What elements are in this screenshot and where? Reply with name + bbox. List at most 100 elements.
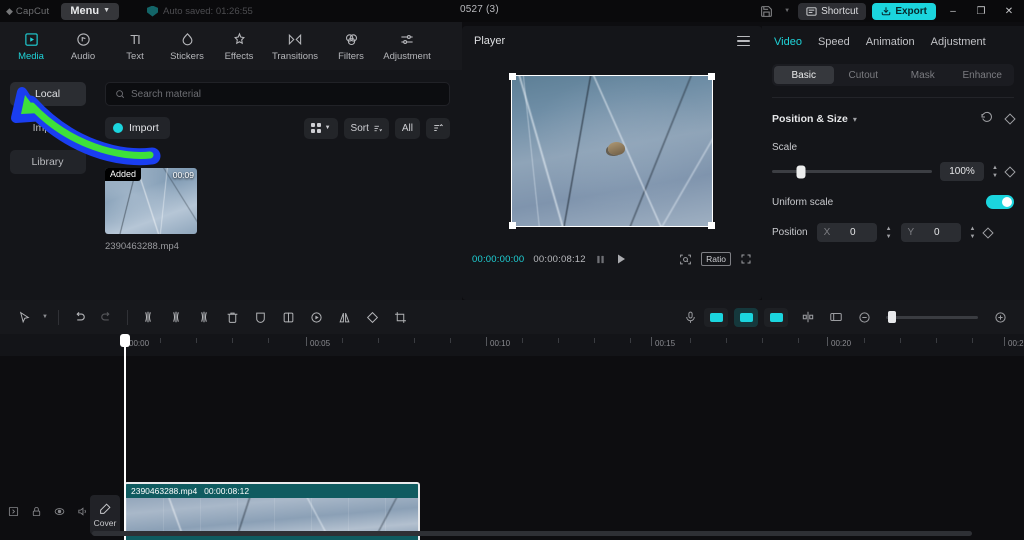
save-dropdown-icon[interactable]: ▼ <box>782 3 792 19</box>
position-x-field[interactable]: X 0 <box>816 223 877 242</box>
tab-audio[interactable]: Audio <box>58 23 108 69</box>
tab-media[interactable]: Media <box>6 23 56 69</box>
export-label: Export <box>895 5 927 17</box>
menu-button[interactable]: Menu ▼ <box>61 2 120 20</box>
rotate-icon[interactable] <box>358 300 386 334</box>
tab-stickers[interactable]: Stickers <box>162 23 212 69</box>
trim-right-icon[interactable] <box>190 300 218 334</box>
player-header: Player <box>462 26 762 56</box>
tab-speed[interactable]: Speed <box>818 36 850 48</box>
tab-transitions[interactable]: Transitions <box>266 23 324 69</box>
player-panel: Player 00:00:00:00 00:00:08:12 Ratio <box>462 26 762 300</box>
undo-icon[interactable] <box>65 300 93 334</box>
cover-button[interactable]: Cover <box>90 495 120 535</box>
media-item[interactable]: Added 00:09 2390463288.mp4 <box>105 168 450 252</box>
scale-stepper[interactable]: ▲ ▼ <box>992 165 998 179</box>
scale-keyframe-icon[interactable] <box>1004 165 1016 178</box>
grid-view-button[interactable]: ▼ <box>303 117 338 139</box>
search-input[interactable]: Search material <box>105 82 450 106</box>
mute-track-icon[interactable] <box>77 506 88 517</box>
export-button[interactable]: Export <box>872 2 936 20</box>
mirror-icon[interactable] <box>274 300 302 334</box>
sort-button[interactable]: Sort <box>343 117 389 139</box>
playhead-handle[interactable] <box>119 334 130 347</box>
tab-animation[interactable]: Animation <box>866 36 915 48</box>
timeline-zoom-knob[interactable] <box>888 311 896 323</box>
play-icon[interactable] <box>615 253 627 265</box>
tab-adjustment-props[interactable]: Adjustment <box>931 36 986 48</box>
keyframe-icon[interactable] <box>1004 113 1016 125</box>
filter-options-button[interactable] <box>426 117 450 139</box>
resize-handle-bottom-right[interactable] <box>708 222 715 229</box>
zoom-in-icon[interactable] <box>986 300 1014 334</box>
ratio-button[interactable]: Ratio <box>701 252 731 266</box>
delete-icon[interactable] <box>218 300 246 334</box>
subtab-enhance[interactable]: Enhance <box>953 66 1013 84</box>
select-tool-dropdown-icon[interactable]: ▼ <box>38 300 52 334</box>
scale-slider-knob[interactable] <box>796 165 806 178</box>
microphone-icon[interactable] <box>676 300 704 334</box>
mask-icon[interactable] <box>246 300 274 334</box>
split-icon[interactable] <box>134 300 162 334</box>
resize-handle-top-left[interactable] <box>509 73 516 80</box>
position-keyframe-icon[interactable] <box>982 226 995 239</box>
scale-value-field[interactable]: 100% <box>940 162 985 181</box>
position-x-stepper[interactable]: ▲ ▼ <box>886 226 892 240</box>
tab-text[interactable]: TI Text <box>110 23 160 69</box>
zoom-out-icon[interactable] <box>850 300 878 334</box>
select-tool-icon[interactable] <box>10 300 38 334</box>
position-y-stepper[interactable]: ▲ ▼ <box>970 226 976 240</box>
freeze-icon[interactable] <box>302 300 330 334</box>
tab-adjustment[interactable]: Adjustment <box>378 23 436 69</box>
redo-icon[interactable] <box>93 300 121 334</box>
subtab-mask[interactable]: Mask <box>893 66 953 84</box>
magnifier-icon[interactable] <box>679 253 692 266</box>
timeline-ruler[interactable]: 00:05 00:10 00:15 00:20 00:2 00:00 <box>0 334 1024 356</box>
visibility-track-icon[interactable] <box>54 506 65 517</box>
timeline-scrollbar[interactable] <box>92 531 972 536</box>
tab-filters[interactable]: Filters <box>326 23 376 69</box>
keyframe-add-button[interactable] <box>734 307 758 327</box>
subtab-cutout[interactable]: Cutout <box>834 66 894 84</box>
lock-track-icon[interactable] <box>31 506 42 517</box>
sidebar-item-local[interactable]: Local <box>9 82 86 106</box>
added-badge: Added <box>105 168 142 181</box>
split-playhead-icon[interactable] <box>794 300 822 334</box>
timeline-zoom-slider[interactable] <box>886 311 978 323</box>
tab-effects[interactable]: Effects <box>214 23 264 69</box>
maximize-button[interactable]: ❐ <box>970 0 992 22</box>
filter-all-button[interactable]: All <box>394 117 420 139</box>
crop-icon[interactable] <box>386 300 414 334</box>
expand-track-icon[interactable] <box>8 506 19 517</box>
save-icon[interactable] <box>756 3 776 19</box>
scale-slider[interactable] <box>772 165 933 178</box>
minimize-button[interactable]: – <box>942 0 964 22</box>
shortcut-button[interactable]: Shortcut <box>798 2 867 20</box>
subtab-basic[interactable]: Basic <box>774 66 834 84</box>
total-time-label: 00:00:08:12 <box>533 253 586 265</box>
scale-label: Scale <box>772 142 798 153</box>
resize-handle-top-right[interactable] <box>708 73 715 80</box>
trim-left-icon[interactable] <box>162 300 190 334</box>
keyframe-prev-button[interactable] <box>704 307 728 327</box>
uniform-scale-toggle[interactable] <box>986 195 1014 209</box>
position-y-field[interactable]: Y 0 <box>900 223 961 242</box>
sidebar-item-library[interactable]: Library <box>9 150 86 174</box>
pause-icon[interactable] <box>595 254 606 265</box>
resize-handle-bottom-left[interactable] <box>509 222 516 229</box>
playhead[interactable] <box>119 334 130 540</box>
fullscreen-icon[interactable] <box>740 253 752 265</box>
sidebar-item-import[interactable]: Import <box>10 116 86 140</box>
video-preview[interactable] <box>509 73 715 229</box>
keyframe-next-button[interactable] <box>764 307 788 327</box>
tab-video[interactable]: Video <box>774 36 802 48</box>
collapse-caret-icon[interactable]: ▾ <box>853 115 857 124</box>
flip-icon[interactable] <box>330 300 358 334</box>
media-thumbnail[interactable]: Added 00:09 <box>105 168 197 234</box>
close-button[interactable]: ✕ <box>998 0 1020 22</box>
import-button[interactable]: Import <box>105 117 170 139</box>
titlebar-actions: ▼ Shortcut Export – ❐ ✕ <box>756 0 1024 22</box>
reset-icon[interactable] <box>981 110 993 128</box>
snap-icon[interactable] <box>822 300 850 334</box>
player-menu-icon[interactable] <box>737 35 750 47</box>
